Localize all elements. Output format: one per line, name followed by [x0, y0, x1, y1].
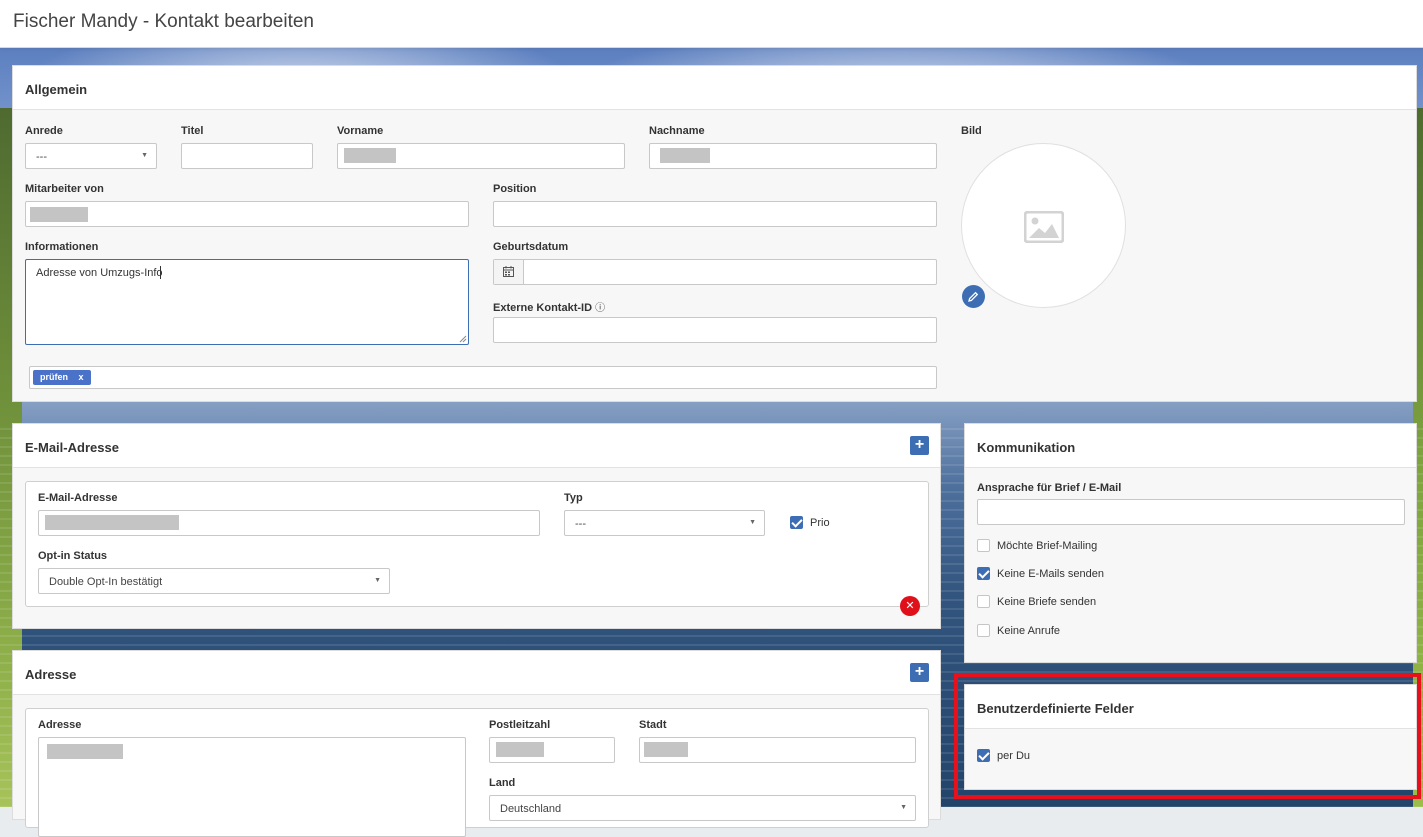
chevron-down-icon: ▼ — [141, 152, 148, 159]
vorname-input[interactable] — [337, 143, 625, 169]
geburtsdatum-label: Geburtsdatum — [493, 241, 569, 253]
redacted-value — [660, 148, 710, 163]
keine-anrufe-checkbox[interactable] — [977, 624, 990, 637]
bild-label: Bild — [961, 125, 982, 137]
land-value: Deutschland — [500, 803, 562, 815]
panel-kommunikation-header: Kommunikation — [965, 424, 1416, 468]
brief-mailing-checkbox[interactable] — [977, 539, 990, 552]
nachname-label: Nachname — [649, 125, 705, 137]
email-typ-label: Typ — [564, 492, 583, 504]
page-header: Fischer Mandy - Kontakt bearbeiten — [0, 0, 1423, 48]
anrede-select[interactable]: --- ▼ — [25, 143, 157, 169]
titel-input[interactable] — [181, 143, 313, 169]
chevron-down-icon: ▼ — [900, 804, 907, 811]
optin-status-value: Double Opt-In bestätigt — [49, 576, 163, 588]
email-typ-select[interactable]: --- ▼ — [564, 510, 765, 536]
tag-label: prüfen — [40, 372, 68, 382]
add-email-button[interactable]: + — [910, 436, 929, 455]
externe-id-label: Externe Kontakt-ID ⓘ — [493, 299, 605, 314]
postleitzahl-input[interactable] — [489, 737, 615, 763]
redacted-value — [344, 148, 396, 163]
redacted-value — [644, 742, 688, 757]
vorname-label: Vorname — [337, 125, 384, 137]
resize-handle-icon[interactable] — [459, 335, 467, 343]
informationen-label: Informationen — [25, 241, 99, 253]
panel-benutzerdefinierte-felder: Benutzerdefinierte Felder per Du — [964, 684, 1417, 790]
profile-image-placeholder[interactable] — [961, 143, 1126, 308]
email-entry-box: E-Mail-Adresse Typ --- ▼ Prio Opt-in Sta… — [25, 481, 929, 607]
panel-email-title: E-Mail-Adresse — [25, 440, 119, 455]
nachname-input[interactable] — [649, 143, 937, 169]
stadt-input[interactable] — [639, 737, 916, 763]
image-icon — [1024, 211, 1064, 243]
brief-mailing-label: Möchte Brief-Mailing — [997, 540, 1098, 552]
panel-allgemein-title: Allgemein — [25, 82, 88, 97]
calendar-button[interactable] — [494, 260, 524, 284]
panel-kommunikation: Kommunikation Ansprache für Brief / E-Ma… — [964, 423, 1417, 663]
per-du-label: per Du — [997, 750, 1031, 762]
add-address-button[interactable]: + — [910, 663, 929, 682]
redacted-value — [30, 207, 88, 222]
panel-benutzerdefiniert-header: Benutzerdefinierte Felder — [965, 685, 1416, 729]
tags-input[interactable]: prüfen x — [29, 366, 937, 389]
optin-status-label: Opt-in Status — [38, 550, 108, 562]
keine-briefe-checkbox[interactable] — [977, 595, 990, 608]
address-entry-box: Adresse Postleitzahl Stadt Land Deutschl… — [25, 708, 929, 837]
calendar-icon — [503, 266, 514, 277]
prio-label: Prio — [810, 517, 830, 529]
per-du-checkbox[interactable] — [977, 749, 990, 762]
keine-anrufe-label: Keine Anrufe — [997, 625, 1060, 637]
position-input[interactable] — [493, 201, 937, 227]
page-title: Fischer Mandy - Kontakt bearbeiten — [13, 11, 314, 32]
address-textarea[interactable] — [38, 737, 466, 837]
externe-id-label-text: Externe Kontakt-ID — [493, 302, 593, 314]
position-label: Position — [493, 183, 537, 195]
chevron-down-icon: ▼ — [374, 577, 381, 584]
chevron-down-icon: ▼ — [749, 519, 756, 526]
geburtsdatum-input[interactable] — [493, 259, 937, 285]
text-cursor — [160, 266, 161, 279]
panel-allgemein-header: Allgemein — [13, 66, 1416, 110]
ansprache-label: Ansprache für Brief / E-Mail — [977, 482, 1122, 494]
panel-adresse-title: Adresse — [25, 667, 77, 682]
anrede-label: Anrede — [25, 125, 63, 137]
mitarbeiter-von-label: Mitarbeiter von — [25, 183, 104, 195]
optin-status-select[interactable]: Double Opt-In bestätigt ▼ — [38, 568, 390, 594]
remove-email-button[interactable]: ✕ — [900, 596, 920, 616]
redacted-value — [45, 515, 179, 530]
land-label: Land — [489, 777, 516, 789]
redacted-value — [47, 744, 123, 759]
anrede-value: --- — [36, 151, 47, 163]
address-label: Adresse — [38, 719, 82, 731]
informationen-value: Adresse von Umzugs-Info — [36, 267, 163, 279]
email-typ-value: --- — [575, 518, 586, 530]
keine-briefe-label: Keine Briefe senden — [997, 596, 1097, 608]
informationen-textarea[interactable]: Adresse von Umzugs-Info — [25, 259, 469, 345]
pencil-icon — [968, 291, 979, 302]
panel-adresse: Adresse + Adresse Postleitzahl Stadt Lan… — [12, 650, 941, 837]
panel-benutzerdefiniert-title: Benutzerdefinierte Felder — [977, 701, 1134, 716]
keine-emails-label: Keine E-Mails senden — [997, 568, 1105, 580]
panel-email: E-Mail-Adresse + E-Mail-Adresse Typ --- … — [12, 423, 941, 629]
externe-id-input[interactable] — [493, 317, 937, 343]
ansprache-input[interactable] — [977, 499, 1405, 525]
panel-kommunikation-title: Kommunikation — [977, 440, 1076, 455]
mitarbeiter-von-input[interactable] — [25, 201, 469, 227]
redacted-value — [496, 742, 544, 757]
prio-checkbox[interactable] — [790, 516, 803, 529]
panel-email-header: E-Mail-Adresse + — [13, 424, 940, 468]
land-select[interactable]: Deutschland ▼ — [489, 795, 916, 821]
panel-allgemein: Allgemein Anrede --- ▼ Titel Vorname Nac… — [12, 65, 1417, 402]
email-address-label: E-Mail-Adresse — [38, 492, 118, 504]
titel-label: Titel — [181, 125, 204, 137]
tag-remove-icon[interactable]: x — [79, 372, 84, 382]
keine-emails-checkbox[interactable] — [977, 567, 990, 580]
edit-image-button[interactable] — [962, 285, 985, 308]
stadt-label: Stadt — [639, 719, 667, 731]
panel-adresse-header: Adresse + — [13, 651, 940, 695]
email-address-input[interactable] — [38, 510, 540, 536]
info-icon[interactable]: ⓘ — [595, 303, 605, 314]
postleitzahl-label: Postleitzahl — [489, 719, 551, 731]
tag-pruefen: prüfen x — [33, 370, 91, 385]
